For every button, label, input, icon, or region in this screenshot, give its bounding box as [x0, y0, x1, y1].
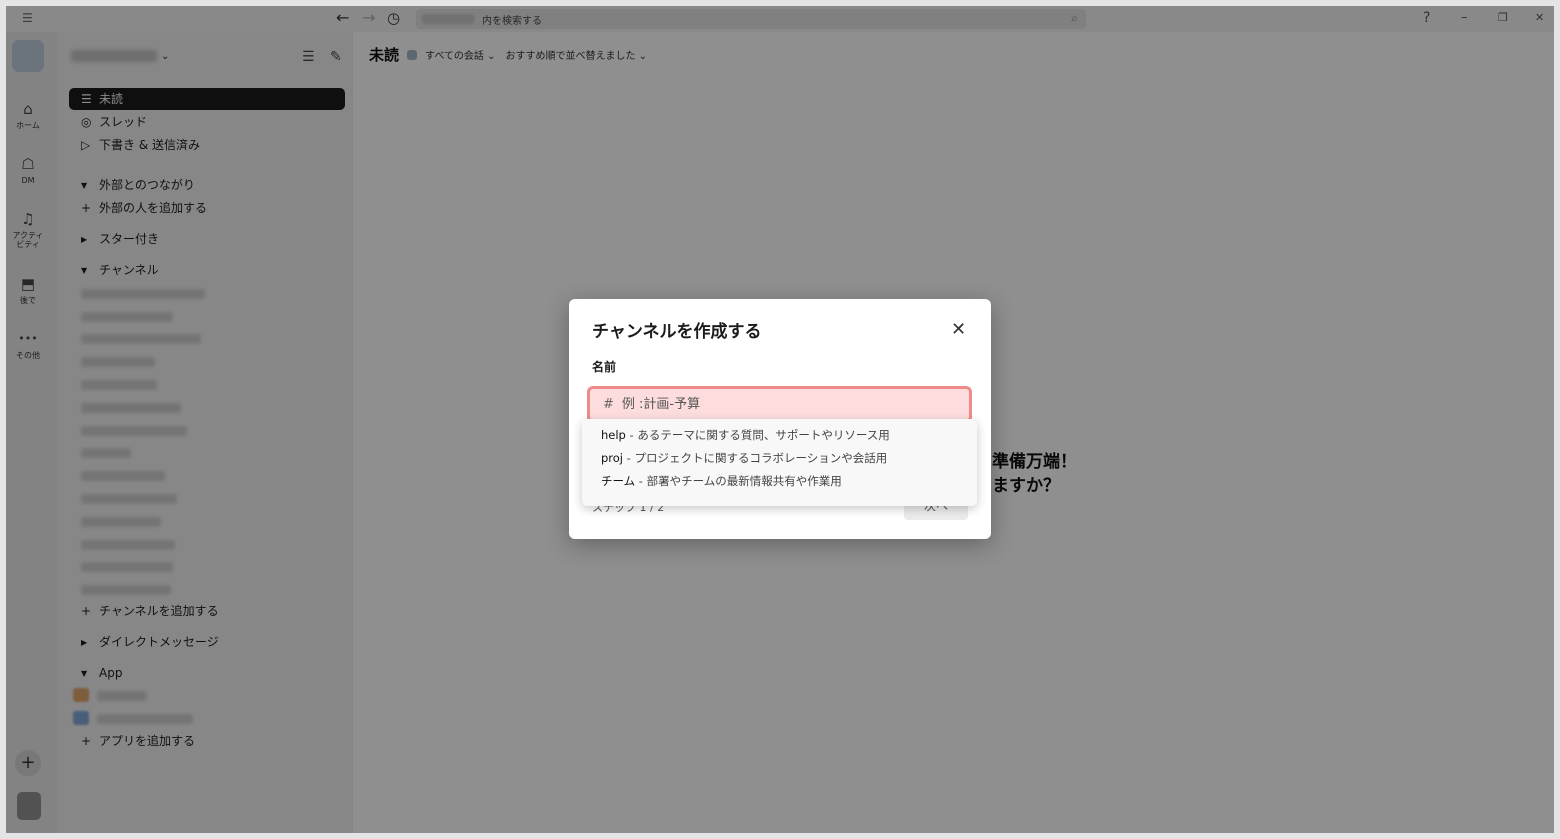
name-suggestion-list: help - あるテーマに関する質問、サポートやリソース用 proj - プロジ… [582, 419, 977, 506]
channel-name-placeholder: 例 :計画-予算 [621, 397, 701, 412]
suggestion-help[interactable]: help - あるテーマに関する質問、サポートやリソース用 [582, 424, 977, 447]
close-icon[interactable]: ✕ [951, 319, 966, 341]
channel-name-input[interactable]: # 例 :計画-予算 [587, 386, 972, 423]
name-field-label: 名前 [592, 360, 617, 374]
dialog-title: チャンネルを作成する [592, 322, 762, 342]
suggestion-team[interactable]: チーム - 部署やチームの最新情報共有や作業用 [582, 470, 977, 493]
suggestion-proj[interactable]: proj - プロジェクトに関するコラボレーションや会話用 [582, 447, 977, 470]
app-window: ☰ ← → ◷ 内を検索する ⌕ ? – ❐ ✕ ⌂ ホーム ☖ DM ♫ アク… [6, 6, 1554, 833]
hash-prefix: # [603, 397, 614, 412]
